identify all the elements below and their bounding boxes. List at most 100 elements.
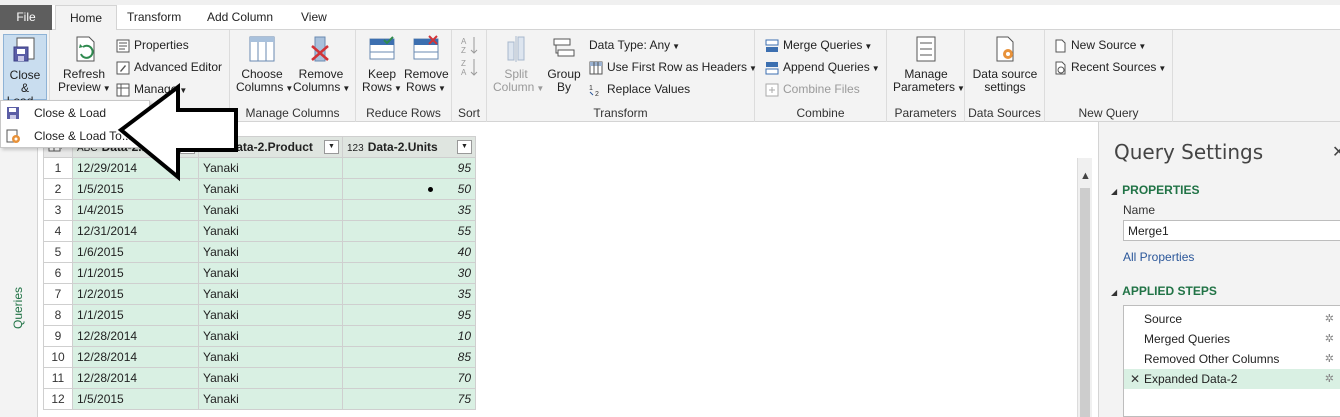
- replace-values-button[interactable]: 1 2 Replace Values: [589, 80, 690, 98]
- properties-button[interactable]: Properties: [116, 36, 189, 54]
- tab-home[interactable]: Home: [55, 5, 118, 31]
- cell-date[interactable]: 12/28/2014: [72, 325, 199, 347]
- remove-columns-button[interactable]: Remove Columns ▼: [293, 34, 350, 95]
- row-number[interactable]: 2: [43, 178, 73, 200]
- close-icon[interactable]: ✕: [1332, 142, 1340, 162]
- applied-steps-section-header[interactable]: ◢ APPLIED STEPS: [1111, 284, 1217, 298]
- filter-dropdown-icon[interactable]: ▼: [324, 140, 339, 154]
- cell-date[interactable]: 1/2/2015: [72, 283, 199, 305]
- menu-item-close-load[interactable]: Close & Load: [1, 102, 149, 124]
- table-row[interactable]: 11 12/28/2014 Yanaki 70: [43, 367, 476, 389]
- refresh-preview-button[interactable]: Refresh Preview ▼: [58, 34, 111, 95]
- scroll-thumb[interactable]: [1080, 188, 1090, 417]
- tab-view[interactable]: View: [287, 5, 341, 30]
- row-number[interactable]: 4: [43, 220, 73, 242]
- new-source-button[interactable]: New Source ▼: [1053, 36, 1146, 54]
- table-row[interactable]: 7 1/2/2015 Yanaki 35: [43, 283, 476, 305]
- cell-units[interactable]: 75: [342, 388, 476, 410]
- step-merged-queries[interactable]: Merged Queries ✲: [1124, 329, 1340, 349]
- keep-rows-button[interactable]: Keep Rows ▼: [362, 34, 402, 95]
- row-number[interactable]: 9: [43, 325, 73, 347]
- cell-units[interactable]: 95: [342, 304, 476, 326]
- row-number[interactable]: 10: [43, 346, 73, 368]
- delete-step-icon[interactable]: ✕: [1130, 369, 1140, 389]
- gear-icon[interactable]: ✲: [1325, 309, 1334, 329]
- combine-files-button[interactable]: Combine Files: [765, 80, 860, 98]
- tab-add-column[interactable]: Add Column: [193, 5, 287, 30]
- row-number[interactable]: 12: [43, 388, 73, 410]
- row-number[interactable]: 3: [43, 199, 73, 221]
- table-row[interactable]: 12 1/5/2015 Yanaki 75: [43, 388, 476, 410]
- cell-units[interactable]: 40: [342, 241, 476, 263]
- cell-product[interactable]: Yanaki: [198, 283, 343, 305]
- cell-date[interactable]: 1/4/2015: [72, 199, 199, 221]
- cell-product[interactable]: Yanaki: [198, 241, 343, 263]
- manage-button[interactable]: Manage ▼: [116, 80, 187, 98]
- cell-units[interactable]: 95: [342, 157, 476, 179]
- table-row[interactable]: 4 12/31/2014 Yanaki 55: [43, 220, 476, 242]
- cell-units[interactable]: 70: [342, 367, 476, 389]
- advanced-editor-button[interactable]: Advanced Editor: [116, 58, 222, 76]
- queries-pane-collapsed[interactable]: Queries: [0, 122, 38, 417]
- column-header-units[interactable]: 123 Data-2.Units ▼: [342, 136, 476, 158]
- data-source-settings-button[interactable]: Data source settings: [970, 34, 1040, 94]
- cell-product[interactable]: Yanaki: [198, 388, 343, 410]
- table-row[interactable]: 2 1/5/2015 Yanaki 50: [43, 178, 476, 200]
- gear-icon[interactable]: ✲: [1325, 329, 1334, 349]
- cell-units[interactable]: 50: [342, 178, 476, 200]
- step-removed-other-columns[interactable]: Removed Other Columns ✲: [1124, 349, 1340, 369]
- filter-dropdown-icon[interactable]: ▼: [180, 140, 195, 154]
- append-queries-button[interactable]: Append Queries ▼: [765, 58, 880, 76]
- sort-descending-button[interactable]: ZA: [459, 57, 479, 77]
- cell-product[interactable]: Yanaki: [198, 346, 343, 368]
- row-number[interactable]: 7: [43, 283, 73, 305]
- cell-date[interactable]: 12/28/2014: [72, 346, 199, 368]
- step-expanded-data-2[interactable]: ✕ Expanded Data-2 ✲: [1124, 369, 1340, 389]
- vertical-scrollbar[interactable]: ▲: [1077, 158, 1092, 417]
- row-number[interactable]: 11: [43, 367, 73, 389]
- gear-icon[interactable]: ✲: [1325, 349, 1334, 369]
- cell-date[interactable]: 1/5/2015: [72, 388, 199, 410]
- table-row[interactable]: 8 1/1/2015 Yanaki 95: [43, 304, 476, 326]
- step-source[interactable]: Source ✲: [1124, 309, 1340, 329]
- scroll-up-icon[interactable]: ▲: [1080, 170, 1091, 182]
- cell-units[interactable]: 85: [342, 346, 476, 368]
- tab-file[interactable]: File: [0, 5, 52, 30]
- row-number[interactable]: 6: [43, 262, 73, 284]
- menu-item-close-load-to[interactable]: Close & Load To...: [1, 125, 149, 147]
- row-number[interactable]: 1: [43, 157, 73, 179]
- recent-sources-button[interactable]: Recent Sources ▼: [1053, 58, 1166, 76]
- remove-rows-button[interactable]: Remove Rows ▼: [404, 34, 449, 95]
- cell-product[interactable]: Yanaki: [198, 304, 343, 326]
- cell-product[interactable]: Yanaki: [198, 262, 343, 284]
- table-row[interactable]: 10 12/28/2014 Yanaki 85: [43, 346, 476, 368]
- cell-date[interactable]: 1/1/2015: [72, 262, 199, 284]
- table-row[interactable]: 9 12/28/2014 Yanaki 10: [43, 325, 476, 347]
- manage-parameters-button[interactable]: Manage Parameters ▼: [893, 34, 965, 95]
- cell-units[interactable]: 55: [342, 220, 476, 242]
- cell-product[interactable]: Yanaki: [198, 367, 343, 389]
- table-row[interactable]: 5 1/6/2015 Yanaki 40: [43, 241, 476, 263]
- cell-units[interactable]: 10: [342, 325, 476, 347]
- tab-transform[interactable]: Transform: [113, 5, 195, 30]
- cell-units[interactable]: 35: [342, 199, 476, 221]
- data-type-dropdown[interactable]: Data Type: Any ▼: [589, 36, 680, 54]
- split-column-button[interactable]: Split Column ▼: [493, 34, 544, 95]
- row-number[interactable]: 5: [43, 241, 73, 263]
- choose-columns-button[interactable]: Choose Columns ▼: [236, 34, 293, 95]
- cell-product[interactable]: Yanaki: [198, 220, 343, 242]
- cell-product[interactable]: Yanaki: [198, 325, 343, 347]
- cell-date[interactable]: 12/28/2014: [72, 367, 199, 389]
- table-row[interactable]: 1 12/29/2014 Yanaki 95: [43, 157, 476, 179]
- cell-product[interactable]: Yanaki: [198, 199, 343, 221]
- cell-date[interactable]: 1/5/2015: [72, 178, 199, 200]
- sort-ascending-button[interactable]: AZ: [459, 35, 479, 55]
- cell-date[interactable]: 1/6/2015: [72, 241, 199, 263]
- gear-icon[interactable]: ✲: [1325, 369, 1334, 389]
- table-row[interactable]: 3 1/4/2015 Yanaki 35: [43, 199, 476, 221]
- cell-units[interactable]: 35: [342, 283, 476, 305]
- merge-queries-button[interactable]: Merge Queries ▼: [765, 36, 872, 54]
- row-number[interactable]: 8: [43, 304, 73, 326]
- use-first-row-headers-button[interactable]: Use First Row as Headers ▼: [589, 58, 757, 76]
- cell-date[interactable]: 12/29/2014: [72, 157, 199, 179]
